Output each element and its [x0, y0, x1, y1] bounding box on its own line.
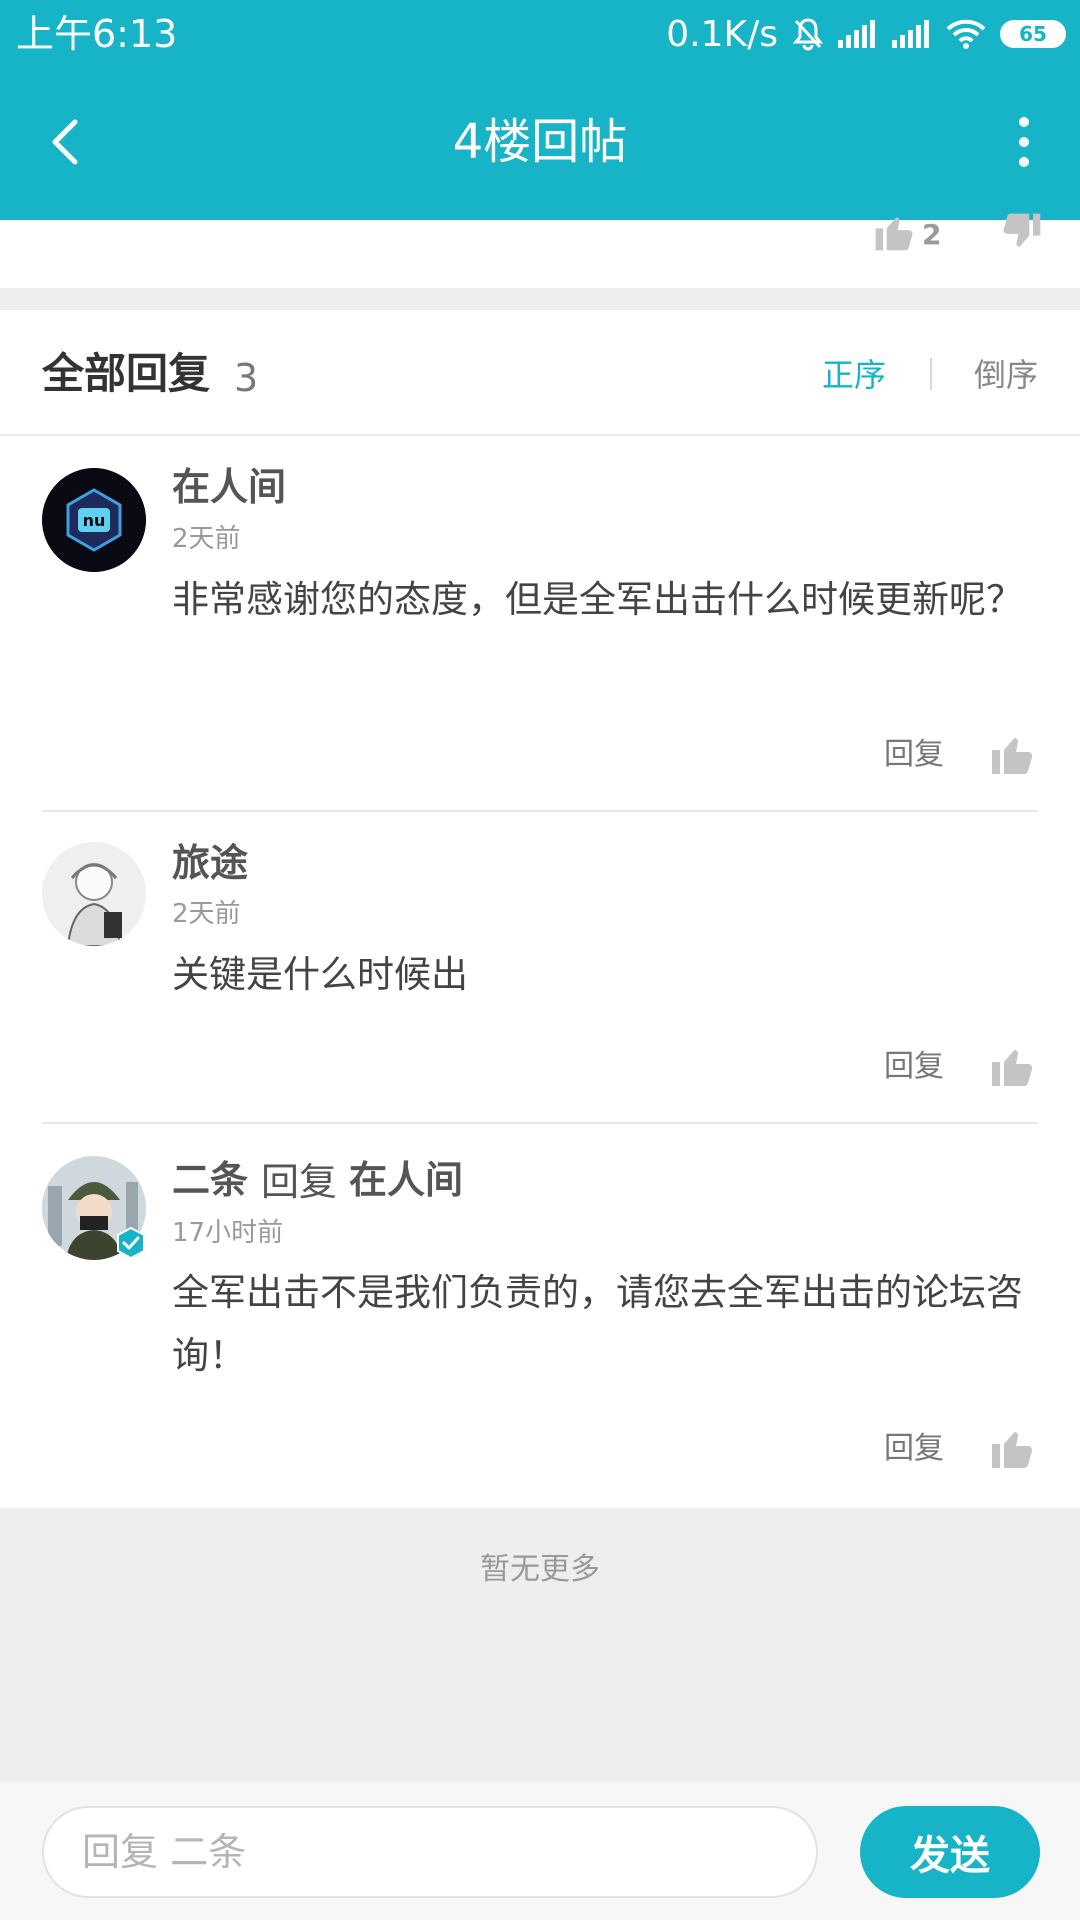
reply-author[interactable]: 旅途 [172, 838, 248, 888]
like-button[interactable] [988, 1042, 1036, 1090]
reply-content: 关键是什么时候出 [172, 953, 468, 996]
divider [42, 810, 1038, 812]
app-header: 上午6:13 0.1K/s 65 4楼回帖 [0, 0, 1080, 220]
reply-button[interactable]: 回复 [884, 1427, 944, 1471]
signal-icon [838, 20, 878, 48]
post-dislike-button[interactable] [1000, 210, 1044, 258]
reply-button[interactable]: 回复 [884, 1045, 944, 1089]
reply-content: 非常感谢您的态度，但是全军出击什么时候更新呢？ [172, 578, 1023, 621]
avatar[interactable]: nu [42, 468, 146, 572]
reply-button[interactable]: 回复 [884, 733, 944, 777]
sort-divider [930, 358, 932, 390]
sort-ascending-tab[interactable]: 正序 [822, 352, 886, 398]
svg-text:nu: nu [83, 511, 106, 530]
dot [1019, 137, 1029, 147]
reply-time: 2天前 [172, 899, 241, 929]
replies-title: 全部回复 [42, 349, 211, 398]
reply-input[interactable] [42, 1806, 818, 1898]
wifi-icon [946, 19, 986, 49]
sort-descending-tab[interactable]: 倒序 [974, 352, 1038, 398]
reply-author[interactable]: 二条 [172, 1155, 248, 1205]
no-more-text: 暂无更多 [480, 1552, 600, 1587]
post-like-button[interactable] [872, 210, 916, 258]
page-title: 4楼回帖 [452, 114, 628, 170]
dot [1019, 157, 1029, 167]
reply-author[interactable]: 在人间 [172, 462, 286, 512]
like-button[interactable] [988, 1424, 1036, 1472]
verified-badge-icon [114, 1226, 148, 1260]
mute-bell-icon [792, 17, 824, 51]
divider [0, 434, 1080, 436]
reply-content: 全军出击不是我们负责的，请您去全军出击的论坛咨询！ [172, 1271, 1023, 1377]
send-button[interactable]: 发送 [860, 1806, 1040, 1898]
divider [42, 1122, 1038, 1124]
status-time: 上午6:13 [16, 12, 178, 56]
replies-count: 3 [234, 356, 259, 400]
more-options-button[interactable] [1002, 110, 1046, 174]
status-indicators: 0.1K/s 65 [666, 10, 1066, 58]
dot [1019, 117, 1029, 127]
post-like-count: 2 [922, 218, 942, 251]
reply-time: 17小时前 [172, 1218, 284, 1248]
avatar[interactable] [42, 842, 146, 946]
signal-icon [892, 20, 932, 48]
net-speed: 0.1K/s [666, 13, 778, 55]
reply-time: 2天前 [172, 524, 241, 554]
reply-to-user[interactable]: 在人间 [349, 1155, 463, 1205]
like-button[interactable] [988, 730, 1036, 778]
section-gap [0, 288, 1080, 310]
reply-to-label: 回复 [261, 1160, 338, 1204]
battery-icon: 65 [1000, 20, 1066, 48]
